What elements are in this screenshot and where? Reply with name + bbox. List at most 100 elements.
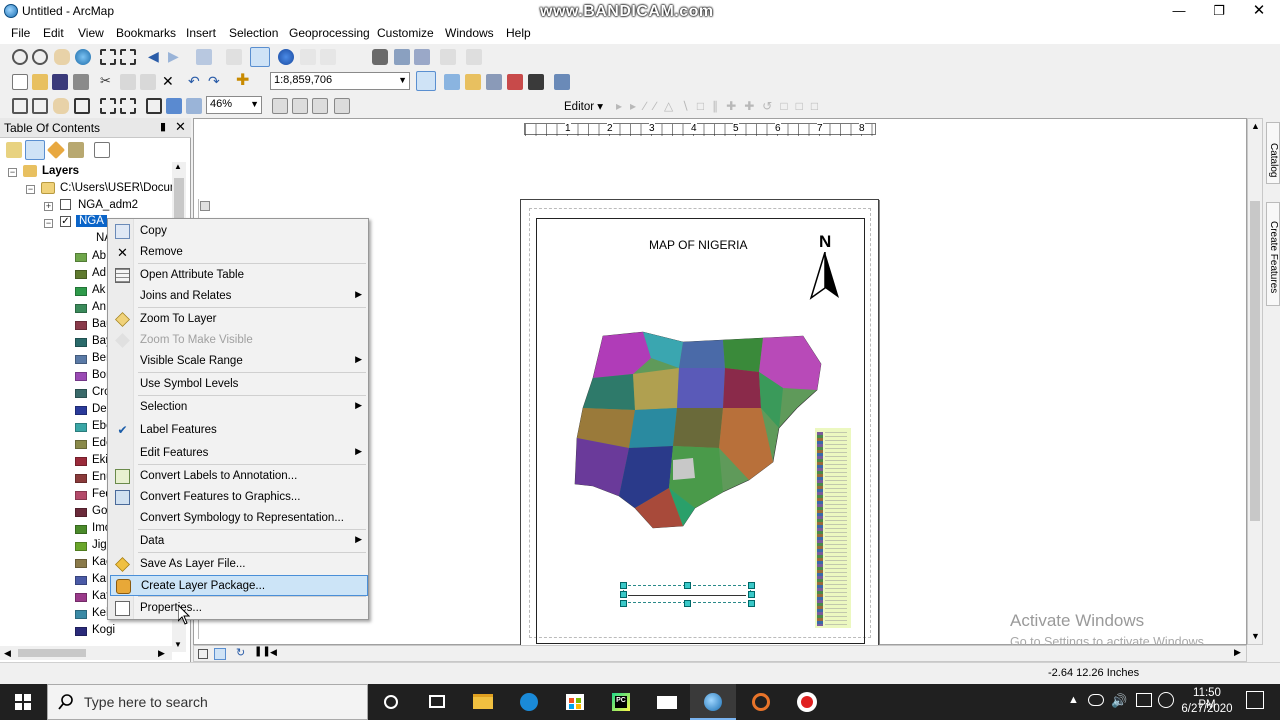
clock-date[interactable]: 6/27/2020: [1178, 703, 1236, 715]
menu-edit[interactable]: Edit: [43, 26, 64, 40]
menu-customize[interactable]: Customize: [377, 26, 434, 40]
legend-swatch[interactable]: [75, 440, 87, 449]
print-icon[interactable]: [73, 74, 89, 90]
store-button[interactable]: [552, 684, 598, 720]
back-extent-icon[interactable]: ◀: [148, 49, 160, 63]
menu-item-edit-features[interactable]: Edit Features ▶: [110, 443, 368, 464]
notifications-icon[interactable]: [1246, 691, 1264, 709]
layout-fixed-zoom-in-icon[interactable]: [100, 98, 116, 114]
scroll-right-icon[interactable]: ▶: [158, 648, 165, 659]
layout-zoom-out-icon[interactable]: [32, 98, 48, 114]
arctoolbox-icon[interactable]: [507, 74, 523, 90]
legend-swatch[interactable]: [75, 304, 87, 313]
delete-icon[interactable]: ✕: [162, 74, 178, 90]
refresh-icon[interactable]: ↻: [236, 646, 245, 659]
toc-folder-path[interactable]: C:\Users\USER\Docum: [60, 182, 180, 194]
selection-handle[interactable]: [748, 600, 755, 607]
toggle-draft-mode-icon[interactable]: [272, 98, 288, 114]
toc-layers-root[interactable]: Layers: [42, 165, 79, 177]
scroll-left-icon[interactable]: ◀: [4, 648, 11, 659]
zoom-in-icon[interactable]: [12, 49, 28, 65]
toc-layer-nga-adm2[interactable]: NGA_adm2: [78, 199, 138, 211]
menu-view[interactable]: View: [78, 26, 104, 40]
pin-icon[interactable]: ▮: [160, 120, 166, 133]
layout-vertical-scrollbar[interactable]: ▲ ▼: [1247, 118, 1263, 645]
cut-icon[interactable]: ✂: [100, 74, 116, 90]
toc-layer-nga-selected[interactable]: NGA: [76, 215, 107, 227]
scroll-left-icon[interactable]: ◀: [270, 647, 277, 658]
scale-bar-selected[interactable]: [620, 582, 755, 607]
file-explorer-button[interactable]: [460, 684, 506, 720]
menu-bookmarks[interactable]: Bookmarks: [116, 26, 176, 40]
find-icon[interactable]: [372, 49, 388, 65]
legend-swatch[interactable]: [75, 457, 87, 466]
find-route-icon[interactable]: [394, 49, 410, 65]
list-by-selection-icon[interactable]: [68, 142, 84, 158]
legend-swatch[interactable]: [75, 270, 87, 279]
onedrive-icon[interactable]: [1088, 694, 1104, 706]
identify-icon[interactable]: [278, 49, 294, 65]
redo-icon[interactable]: ↷: [208, 74, 224, 90]
arcmap-taskbar-button[interactable]: [690, 684, 736, 720]
legend-swatch[interactable]: [75, 423, 87, 432]
menu-item-open-attribute-table[interactable]: Open Attribute Table: [110, 265, 368, 286]
catalog-side-tab[interactable]: Catalog: [1266, 122, 1280, 184]
go-to-xy-icon[interactable]: [414, 49, 430, 65]
toc-options-icon[interactable]: [94, 142, 110, 158]
menu-windows[interactable]: Windows: [445, 26, 494, 40]
zoom-100-icon[interactable]: [146, 98, 162, 114]
menu-insert[interactable]: Insert: [186, 26, 216, 40]
editor-menu-button[interactable]: Editor ▾: [564, 99, 603, 113]
selection-handle[interactable]: [684, 600, 691, 607]
layer-visibility-checkbox-checked[interactable]: ✓: [60, 216, 71, 227]
menu-item-convert-features-to-graphics[interactable]: Convert Features to Graphics...: [110, 487, 368, 508]
legend-swatch[interactable]: [75, 542, 87, 551]
layer-visibility-checkbox[interactable]: [60, 199, 71, 210]
menu-item-zoom-to-layer[interactable]: Zoom To Layer: [110, 309, 368, 330]
expand-icon[interactable]: +: [44, 202, 53, 211]
selection-handle[interactable]: [620, 582, 627, 589]
scroll-right-icon[interactable]: ▶: [1234, 647, 1241, 658]
menu-item-create-layer-package[interactable]: Create Layer Package...: [110, 575, 368, 596]
menu-selection[interactable]: Selection: [229, 26, 278, 40]
toc-close-icon[interactable]: ✕: [175, 119, 186, 135]
scroll-up-icon[interactable]: ▲: [174, 162, 182, 171]
legend-swatch[interactable]: [75, 593, 87, 602]
selection-handle[interactable]: [748, 591, 755, 598]
select-elements-icon[interactable]: [250, 47, 270, 67]
menu-item-label-features[interactable]: ✔ Label Features: [110, 420, 368, 441]
scroll-up-icon[interactable]: ▲: [1251, 121, 1260, 131]
menu-item-selection[interactable]: Selection ▶: [110, 397, 368, 418]
data-view-button[interactable]: [198, 649, 208, 659]
north-arrow-icon[interactable]: [809, 252, 841, 302]
select-features-icon[interactable]: [196, 49, 212, 65]
input-icon[interactable]: [1136, 693, 1152, 707]
change-layout-icon[interactable]: [312, 98, 328, 114]
open-icon[interactable]: [32, 74, 48, 90]
scrollbar-thumb[interactable]: [18, 649, 86, 657]
layout-forward-extent-icon[interactable]: [186, 98, 202, 114]
volume-icon[interactable]: 🔊: [1111, 693, 1127, 709]
legend-swatch[interactable]: [75, 491, 87, 500]
selection-handle[interactable]: [748, 582, 755, 589]
model-builder-icon[interactable]: [554, 74, 570, 90]
pause-drawing-icon[interactable]: ❚❚: [254, 646, 271, 657]
pan-icon[interactable]: [54, 49, 70, 65]
python-icon[interactable]: [528, 74, 544, 90]
legend-swatch[interactable]: [75, 559, 87, 568]
search-window-icon[interactable]: [486, 74, 502, 90]
layout-zoom-combo[interactable]: 46% ▼: [206, 96, 262, 114]
map-legend[interactable]: [815, 428, 851, 628]
create-features-side-tab[interactable]: Create Features: [1266, 202, 1280, 306]
forward-extent-icon[interactable]: ▶: [168, 49, 180, 63]
map-scale-combo[interactable]: 1:8,859,706 ▼: [270, 72, 410, 90]
add-data-icon[interactable]: ✚: [236, 73, 252, 90]
menu-item-data[interactable]: Data ▶: [110, 531, 368, 552]
undo-icon[interactable]: ↶: [188, 74, 204, 90]
scroll-down-icon[interactable]: ▼: [1251, 631, 1260, 641]
legend-swatch[interactable]: [75, 508, 87, 517]
catalog-window-icon[interactable]: [465, 74, 481, 90]
menu-item-copy[interactable]: Copy: [110, 221, 368, 242]
selection-handle[interactable]: [620, 591, 627, 598]
full-extent-icon[interactable]: [75, 49, 91, 65]
